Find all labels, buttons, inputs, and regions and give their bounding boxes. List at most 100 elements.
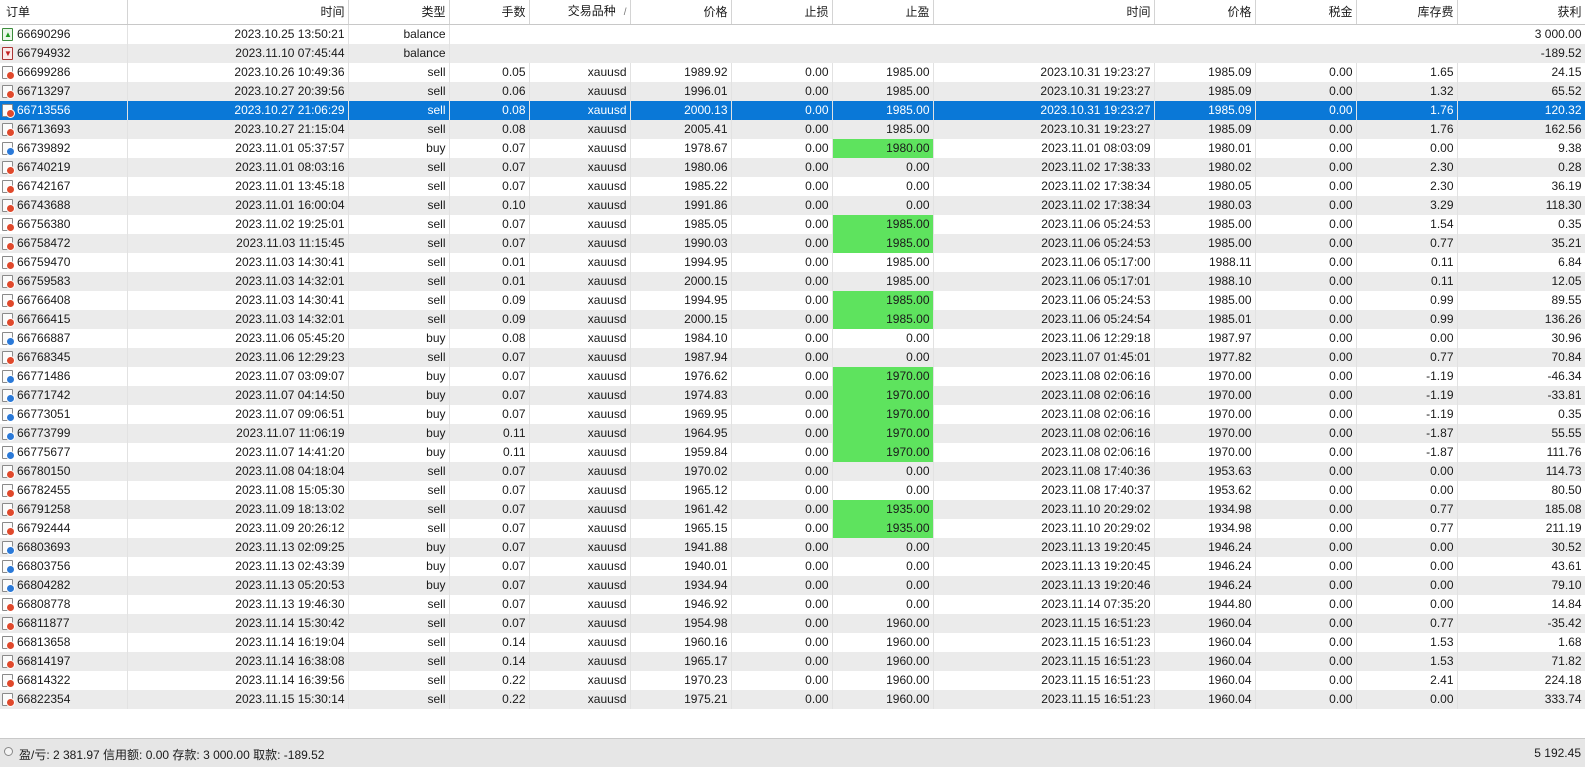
- order-number: 66743688: [17, 198, 71, 212]
- volume-cell: 0.07: [449, 158, 530, 177]
- table-row[interactable]: 66775677 2023.11.07 14:41:20 buy 0.11 xauusd…: [0, 443, 1585, 462]
- table-row[interactable]: 66699286 2023.10.26 10:49:36 sell 0.05 xauus…: [0, 63, 1585, 82]
- table-row[interactable]: 66808778 2023.11.13 19:46:30 sell 0.07 xauus…: [0, 595, 1585, 614]
- table-row[interactable]: 66814197 2023.11.14 16:38:08 sell 0.14 xauus…: [0, 652, 1585, 671]
- volume-cell: 0.07: [449, 215, 530, 234]
- symbol-cell: xauusd: [529, 63, 631, 82]
- column-header-label: 手数: [501, 5, 526, 19]
- column-header-open-price[interactable]: 价格: [630, 0, 732, 25]
- open-price-cell: 1975.21: [630, 690, 732, 709]
- open-price-cell: 1934.94: [630, 576, 732, 595]
- table-row[interactable]: 66803756 2023.11.13 02:43:39 buy 0.07 xauusd…: [0, 557, 1585, 576]
- table-row[interactable]: 66743688 2023.11.01 16:00:04 sell 0.10 xauus…: [0, 196, 1585, 215]
- close-price-cell: 1970.00: [1154, 424, 1256, 443]
- balance-row[interactable]: ▼ 66794932 2023.11.10 07:45:44 balance -189.…: [0, 44, 1585, 63]
- column-header-volume[interactable]: 手数: [449, 0, 530, 25]
- table-row[interactable]: 66773799 2023.11.07 11:06:19 buy 0.11 xauusd…: [0, 424, 1585, 443]
- open-time-cell: 2023.11.13 02:09:25: [127, 538, 349, 557]
- tax-cell: 0.00: [1255, 443, 1357, 462]
- table-row[interactable]: 66803693 2023.11.13 02:09:25 buy 0.07 xauusd…: [0, 538, 1585, 557]
- order-cell: ▲ 66690296: [0, 24, 128, 44]
- table-row[interactable]: 66804282 2023.11.13 05:20:53 buy 0.07 xauusd…: [0, 576, 1585, 595]
- table-row[interactable]: 66739892 2023.11.01 05:37:57 buy 0.07 xauusd…: [0, 139, 1585, 158]
- take-profit-cell: 0.00: [832, 158, 934, 177]
- take-profit-cell: 1970.00: [832, 367, 934, 386]
- table-row[interactable]: 66713297 2023.10.27 20:39:56 sell 0.06 xauus…: [0, 82, 1585, 101]
- table-row[interactable]: 66813658 2023.11.14 16:19:04 sell 0.14 xauus…: [0, 633, 1585, 652]
- column-header-close-price[interactable]: 价格: [1154, 0, 1256, 25]
- column-header-open-time[interactable]: 时间: [127, 0, 349, 25]
- order-cell: 66766415: [0, 310, 128, 329]
- volume-cell: 0.07: [449, 538, 530, 557]
- table-row[interactable]: 66759583 2023.11.03 14:32:01 sell 0.01 xauus…: [0, 272, 1585, 291]
- order-number: 66713693: [17, 122, 71, 136]
- column-header-stop-loss[interactable]: 止损: [731, 0, 833, 25]
- profit-cell: 1.68: [1457, 633, 1585, 652]
- order-cell: 66813658: [0, 633, 128, 652]
- column-header-profit[interactable]: 获利: [1457, 0, 1585, 25]
- volume-cell: 0.07: [449, 519, 530, 538]
- order-number: 66791258: [17, 502, 71, 516]
- column-header-tax[interactable]: 税金: [1255, 0, 1357, 25]
- open-time-cell: 2023.11.13 05:20:53: [127, 576, 349, 595]
- take-profit-cell: 1970.00: [832, 424, 934, 443]
- table-row[interactable]: 66782455 2023.11.08 15:05:30 sell 0.07 xauus…: [0, 481, 1585, 500]
- table-row[interactable]: 66766887 2023.11.06 05:45:20 buy 0.08 xauusd…: [0, 329, 1585, 348]
- sell-order-icon: [2, 465, 15, 479]
- table-row[interactable]: 66771742 2023.11.07 04:14:50 buy 0.07 xauusd…: [0, 386, 1585, 405]
- type-cell: sell: [348, 196, 450, 215]
- table-row[interactable]: 66740219 2023.11.01 08:03:16 sell 0.07 xauus…: [0, 158, 1585, 177]
- table-row[interactable]: 66780150 2023.11.08 04:18:04 sell 0.07 xauus…: [0, 462, 1585, 481]
- column-header-close-time[interactable]: 时间: [933, 0, 1155, 25]
- column-header-symbol[interactable]: 交易品种 /: [529, 0, 631, 25]
- table-row[interactable]: 66758472 2023.11.03 11:15:45 sell 0.07 xauus…: [0, 234, 1585, 253]
- table-row[interactable]: 66766415 2023.11.03 14:32:01 sell 0.09 xauus…: [0, 310, 1585, 329]
- table-row[interactable]: 66759470 2023.11.03 14:30:41 sell 0.01 xauus…: [0, 253, 1585, 272]
- swap-cell: 2.30: [1356, 177, 1458, 196]
- open-price-cell: 1970.02: [630, 462, 732, 481]
- order-cell: 66811877: [0, 614, 128, 633]
- swap-cell: 0.99: [1356, 291, 1458, 310]
- table-row[interactable]: 66811877 2023.11.14 15:30:42 sell 0.07 xauus…: [0, 614, 1585, 633]
- table-row[interactable]: 66773051 2023.11.07 09:06:51 buy 0.07 xauusd…: [0, 405, 1585, 424]
- table-row[interactable]: 66742167 2023.11.01 13:45:18 sell 0.07 xauus…: [0, 177, 1585, 196]
- symbol-cell: xauusd: [529, 557, 631, 576]
- stop-loss-cell: 0.00: [731, 538, 833, 557]
- order-cell: 66758472: [0, 234, 128, 253]
- table-row[interactable]: 66791258 2023.11.09 18:13:02 sell 0.07 xauus…: [0, 500, 1585, 519]
- table-row[interactable]: 66771486 2023.11.07 03:09:07 buy 0.07 xauusd…: [0, 367, 1585, 386]
- volume-cell: 0.10: [449, 196, 530, 215]
- balance-row[interactable]: ▲ 66690296 2023.10.25 13:50:21 balance 3 000…: [0, 24, 1585, 44]
- swap-cell: 1.53: [1356, 633, 1458, 652]
- swap-cell: 0.11: [1356, 253, 1458, 272]
- close-price-cell: 1960.04: [1154, 671, 1256, 690]
- open-price-cell: 2000.15: [630, 272, 732, 291]
- table-row[interactable]: 66713556 2023.10.27 21:06:29 sell 0.08 xauus…: [0, 101, 1585, 120]
- close-price-cell: 1960.04: [1154, 652, 1256, 671]
- table-row[interactable]: 66768345 2023.11.06 12:29:23 sell 0.07 xauus…: [0, 348, 1585, 367]
- column-header-order[interactable]: 订单: [0, 0, 128, 25]
- table-row[interactable]: 66814322 2023.11.14 16:39:56 sell 0.22 xauus…: [0, 671, 1585, 690]
- take-profit-cell: 1980.00: [832, 139, 934, 158]
- table-row[interactable]: 66822354 2023.11.15 15:30:14 sell 0.22 xauus…: [0, 690, 1585, 709]
- column-header-take-profit[interactable]: 止盈: [832, 0, 934, 25]
- table-row[interactable]: 66713693 2023.10.27 21:15:04 sell 0.08 xauus…: [0, 120, 1585, 139]
- column-header-type[interactable]: 类型: [348, 0, 450, 25]
- close-price-cell: 1934.98: [1154, 519, 1256, 538]
- take-profit-cell: 0.00: [832, 481, 934, 500]
- swap-cell: 0.00: [1356, 557, 1458, 576]
- account-summary: 盈/亏: 2 381.97 信用额: 0.00 存款: 3 000.00 取款:…: [19, 748, 325, 762]
- tax-cell: 0.00: [1255, 101, 1357, 120]
- tax-cell: 0.00: [1255, 367, 1357, 386]
- table-row[interactable]: 66766408 2023.11.03 14:30:41 sell 0.09 xauus…: [0, 291, 1585, 310]
- swap-cell: 2.30: [1356, 158, 1458, 177]
- table-row[interactable]: 66792444 2023.11.09 20:26:12 sell 0.07 xauus…: [0, 519, 1585, 538]
- sell-order-icon: [2, 655, 15, 669]
- profit-cell: 89.55: [1457, 291, 1585, 310]
- profit-cell: -35.42: [1457, 614, 1585, 633]
- column-header-swap[interactable]: 库存费: [1356, 0, 1458, 25]
- tax-cell: 0.00: [1255, 481, 1357, 500]
- order-number: 66771742: [17, 388, 71, 402]
- table-row[interactable]: 66756380 2023.11.02 19:25:01 sell 0.07 xauus…: [0, 215, 1585, 234]
- stop-loss-cell: 0.00: [731, 652, 833, 671]
